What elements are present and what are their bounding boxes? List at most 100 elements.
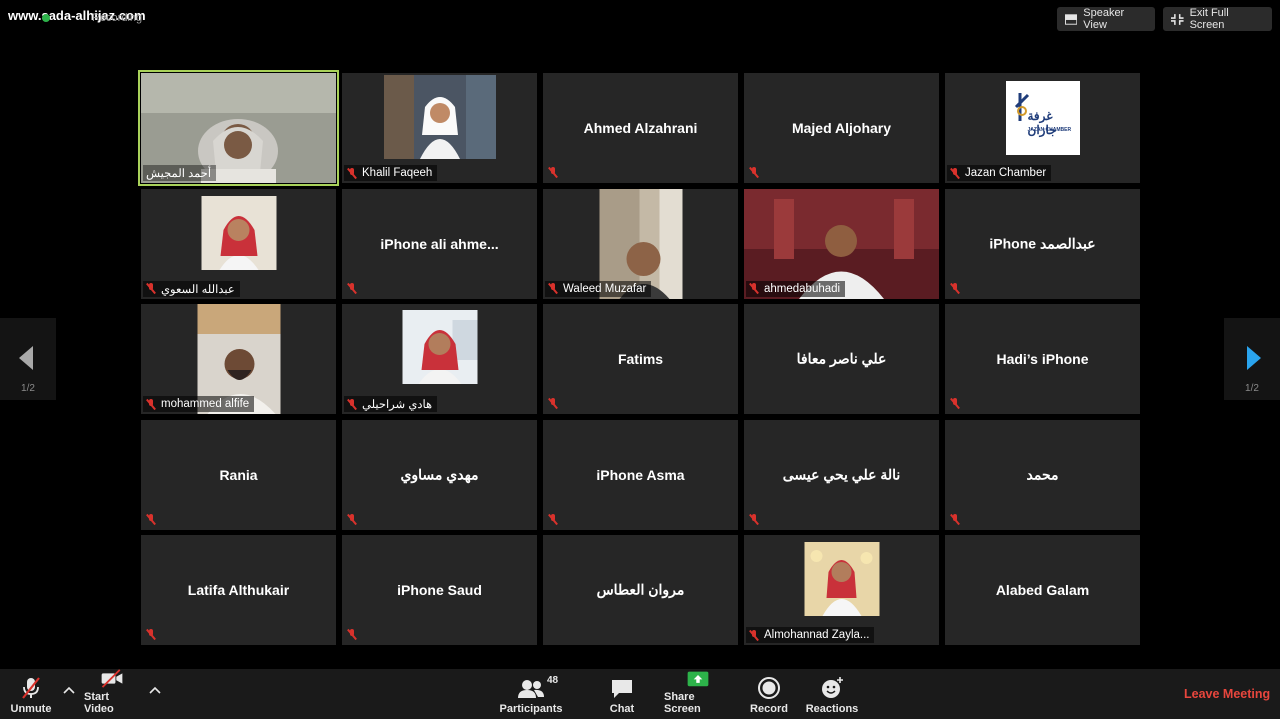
unmute-button[interactable]: Unmute	[8, 669, 54, 719]
muted-microphone-icon	[347, 513, 357, 525]
participant-name: mohammed alfife	[161, 398, 250, 410]
record-label: Record	[750, 703, 788, 715]
participant-tile[interactable]: Majed Aljohary	[744, 73, 939, 183]
participant-label: أحمد المجيش	[143, 165, 217, 181]
participant-tile[interactable]: mohammed alfife	[141, 304, 336, 414]
share-screen-icon	[687, 671, 709, 687]
participant-name: عبدالله السعوي	[161, 283, 235, 296]
jazan-logo-english: JAZAN CHAMBER	[1027, 127, 1072, 133]
participant-name: Majed Aljohary	[791, 120, 892, 136]
participant-tile[interactable]: علي ناصر معافا	[744, 304, 939, 414]
participant-tile[interactable]: iPhone Saud	[342, 535, 537, 645]
participant-name: Jazan Chamber	[965, 167, 1047, 179]
participant-label: Khalil Faqeeh	[344, 165, 438, 181]
audio-options-chevron-up-icon[interactable]	[62, 683, 76, 697]
participant-tile[interactable]: Hadi’s iPhone	[945, 304, 1140, 414]
muted-microphone-icon	[950, 282, 960, 294]
participant-label: ahmedabuhadi	[746, 280, 846, 297]
participant-tile[interactable]: Khalil Faqeeh	[342, 73, 537, 183]
participant-name: Ahmed Alzahrani	[583, 120, 698, 136]
participants-icon	[518, 680, 544, 698]
participant-tile[interactable]: Almohannad Zayla...	[744, 535, 939, 645]
recording-label: Recording	[92, 12, 143, 24]
muted-microphone-icon	[950, 397, 960, 410]
share-screen-button[interactable]: Share Screen	[664, 669, 732, 719]
participant-name: علي ناصر معافا	[796, 350, 887, 367]
recording-indicator-icon	[42, 14, 50, 22]
participant-name: Alabed Galam	[995, 582, 1090, 598]
page-indicator-right: 1/2	[1245, 383, 1259, 394]
participant-tile[interactable]: مهدي مساوي	[342, 419, 537, 530]
participant-label: Almohannad Zayla...	[746, 627, 875, 643]
reactions-smiley-icon	[822, 677, 843, 698]
previous-page-button[interactable]: 1/2	[0, 318, 56, 400]
chat-button[interactable]: Chat	[600, 669, 644, 719]
participant-tile[interactable]: غرفة جازان JAZAN CHAMBER Jazan Chamber	[945, 73, 1140, 183]
gallery-grid: أحمد المجيش Khalil Faqeeh Ahmed Alzahran…	[138, 70, 1140, 645]
video-options-chevron-up-icon[interactable]	[148, 683, 162, 697]
participant-tile[interactable]: نالة علي يحي عيسى	[744, 419, 939, 530]
participant-tile[interactable]: محمد	[945, 419, 1140, 530]
participant-tile[interactable]: ahmedabuhadi	[744, 188, 939, 299]
participant-tile[interactable]: Ahmed Alzahrani	[543, 73, 738, 183]
participant-label: هادي شراحيلي	[344, 396, 438, 412]
participant-name: محمد	[1026, 466, 1059, 482]
start-video-button[interactable]: Start Video	[84, 669, 140, 719]
participant-name: أحمد المجيش	[146, 168, 212, 180]
participant-tile[interactable]: iPhone Asma	[543, 419, 738, 530]
muted-microphone-icon	[749, 166, 759, 179]
leave-meeting-button[interactable]: Leave Meeting	[1184, 687, 1270, 701]
record-button[interactable]: Record	[748, 669, 790, 719]
muted-microphone-icon	[950, 513, 960, 525]
participants-label: Participants	[499, 703, 563, 715]
muted-microphone-icon	[548, 166, 558, 179]
participant-label: عبدالله السعوي	[143, 280, 240, 297]
participant-tile[interactable]: Latifa Althukair	[141, 535, 336, 645]
muted-microphone-icon	[146, 282, 156, 295]
participant-video	[804, 542, 879, 616]
participant-label: mohammed alfife	[143, 396, 255, 412]
participant-tile[interactable]: Rania	[141, 419, 336, 530]
page-indicator-left: 1/2	[21, 383, 35, 394]
jazan-chamber-logo: غرفة جازان JAZAN CHAMBER	[1005, 81, 1080, 155]
meeting-toolbar: Unmute Start Video Participants 48 Chat	[0, 669, 1280, 719]
muted-microphone-icon	[347, 628, 357, 641]
reactions-label: Reactions	[805, 703, 859, 715]
participant-name: Almohannad Zayla...	[764, 629, 870, 641]
participant-tile[interactable]: هادي شراحيلي	[342, 304, 537, 414]
reactions-button[interactable]: Reactions	[806, 669, 858, 719]
muted-microphone-icon	[146, 513, 156, 525]
exit-full-screen-button[interactable]: Exit Full Screen	[1163, 7, 1272, 31]
participants-count: 48	[547, 675, 559, 686]
chat-label: Chat	[609, 703, 635, 715]
participant-name: iPhone Asma	[596, 466, 685, 483]
participant-label: Jazan Chamber	[947, 165, 1052, 181]
speaker-view-icon	[1065, 13, 1078, 25]
speaker-view-button[interactable]: Speaker View	[1057, 7, 1155, 31]
participant-tile[interactable]: أحمد المجيش	[138, 70, 339, 186]
muted-microphone-icon	[146, 628, 156, 641]
participant-tile[interactable]: iPhone ali ahme...	[342, 188, 537, 299]
unmute-label: Unmute	[10, 703, 52, 715]
participant-tile[interactable]: Alabed Galam	[945, 535, 1140, 645]
participant-name: ahmedabuhadi	[764, 282, 841, 295]
record-icon	[758, 677, 780, 699]
participant-tile[interactable]: مروان العطاس	[543, 535, 738, 645]
participant-name: Hadi’s iPhone	[996, 351, 1089, 367]
chat-icon	[612, 680, 632, 698]
participant-name: Waleed Muzafar	[563, 282, 647, 295]
muted-microphone-icon	[749, 629, 759, 641]
exit-full-screen-icon	[1171, 13, 1184, 25]
muted-microphone-icon	[347, 167, 357, 179]
participant-video	[201, 195, 276, 270]
participant-tile[interactable]: عبدالله السعوي	[141, 188, 336, 299]
muted-microphone-icon	[950, 167, 960, 179]
participant-tile[interactable]: iPhone عبدالصمد	[945, 188, 1140, 299]
muted-microphone-icon	[749, 282, 759, 295]
participant-tile[interactable]: Fatims	[543, 304, 738, 414]
arrow-right-icon	[1247, 346, 1261, 370]
next-page-button[interactable]: 1/2	[1224, 318, 1280, 400]
participant-video	[402, 310, 477, 384]
participant-tile[interactable]: Waleed Muzafar	[543, 188, 738, 299]
muted-microphone-icon	[749, 513, 759, 525]
